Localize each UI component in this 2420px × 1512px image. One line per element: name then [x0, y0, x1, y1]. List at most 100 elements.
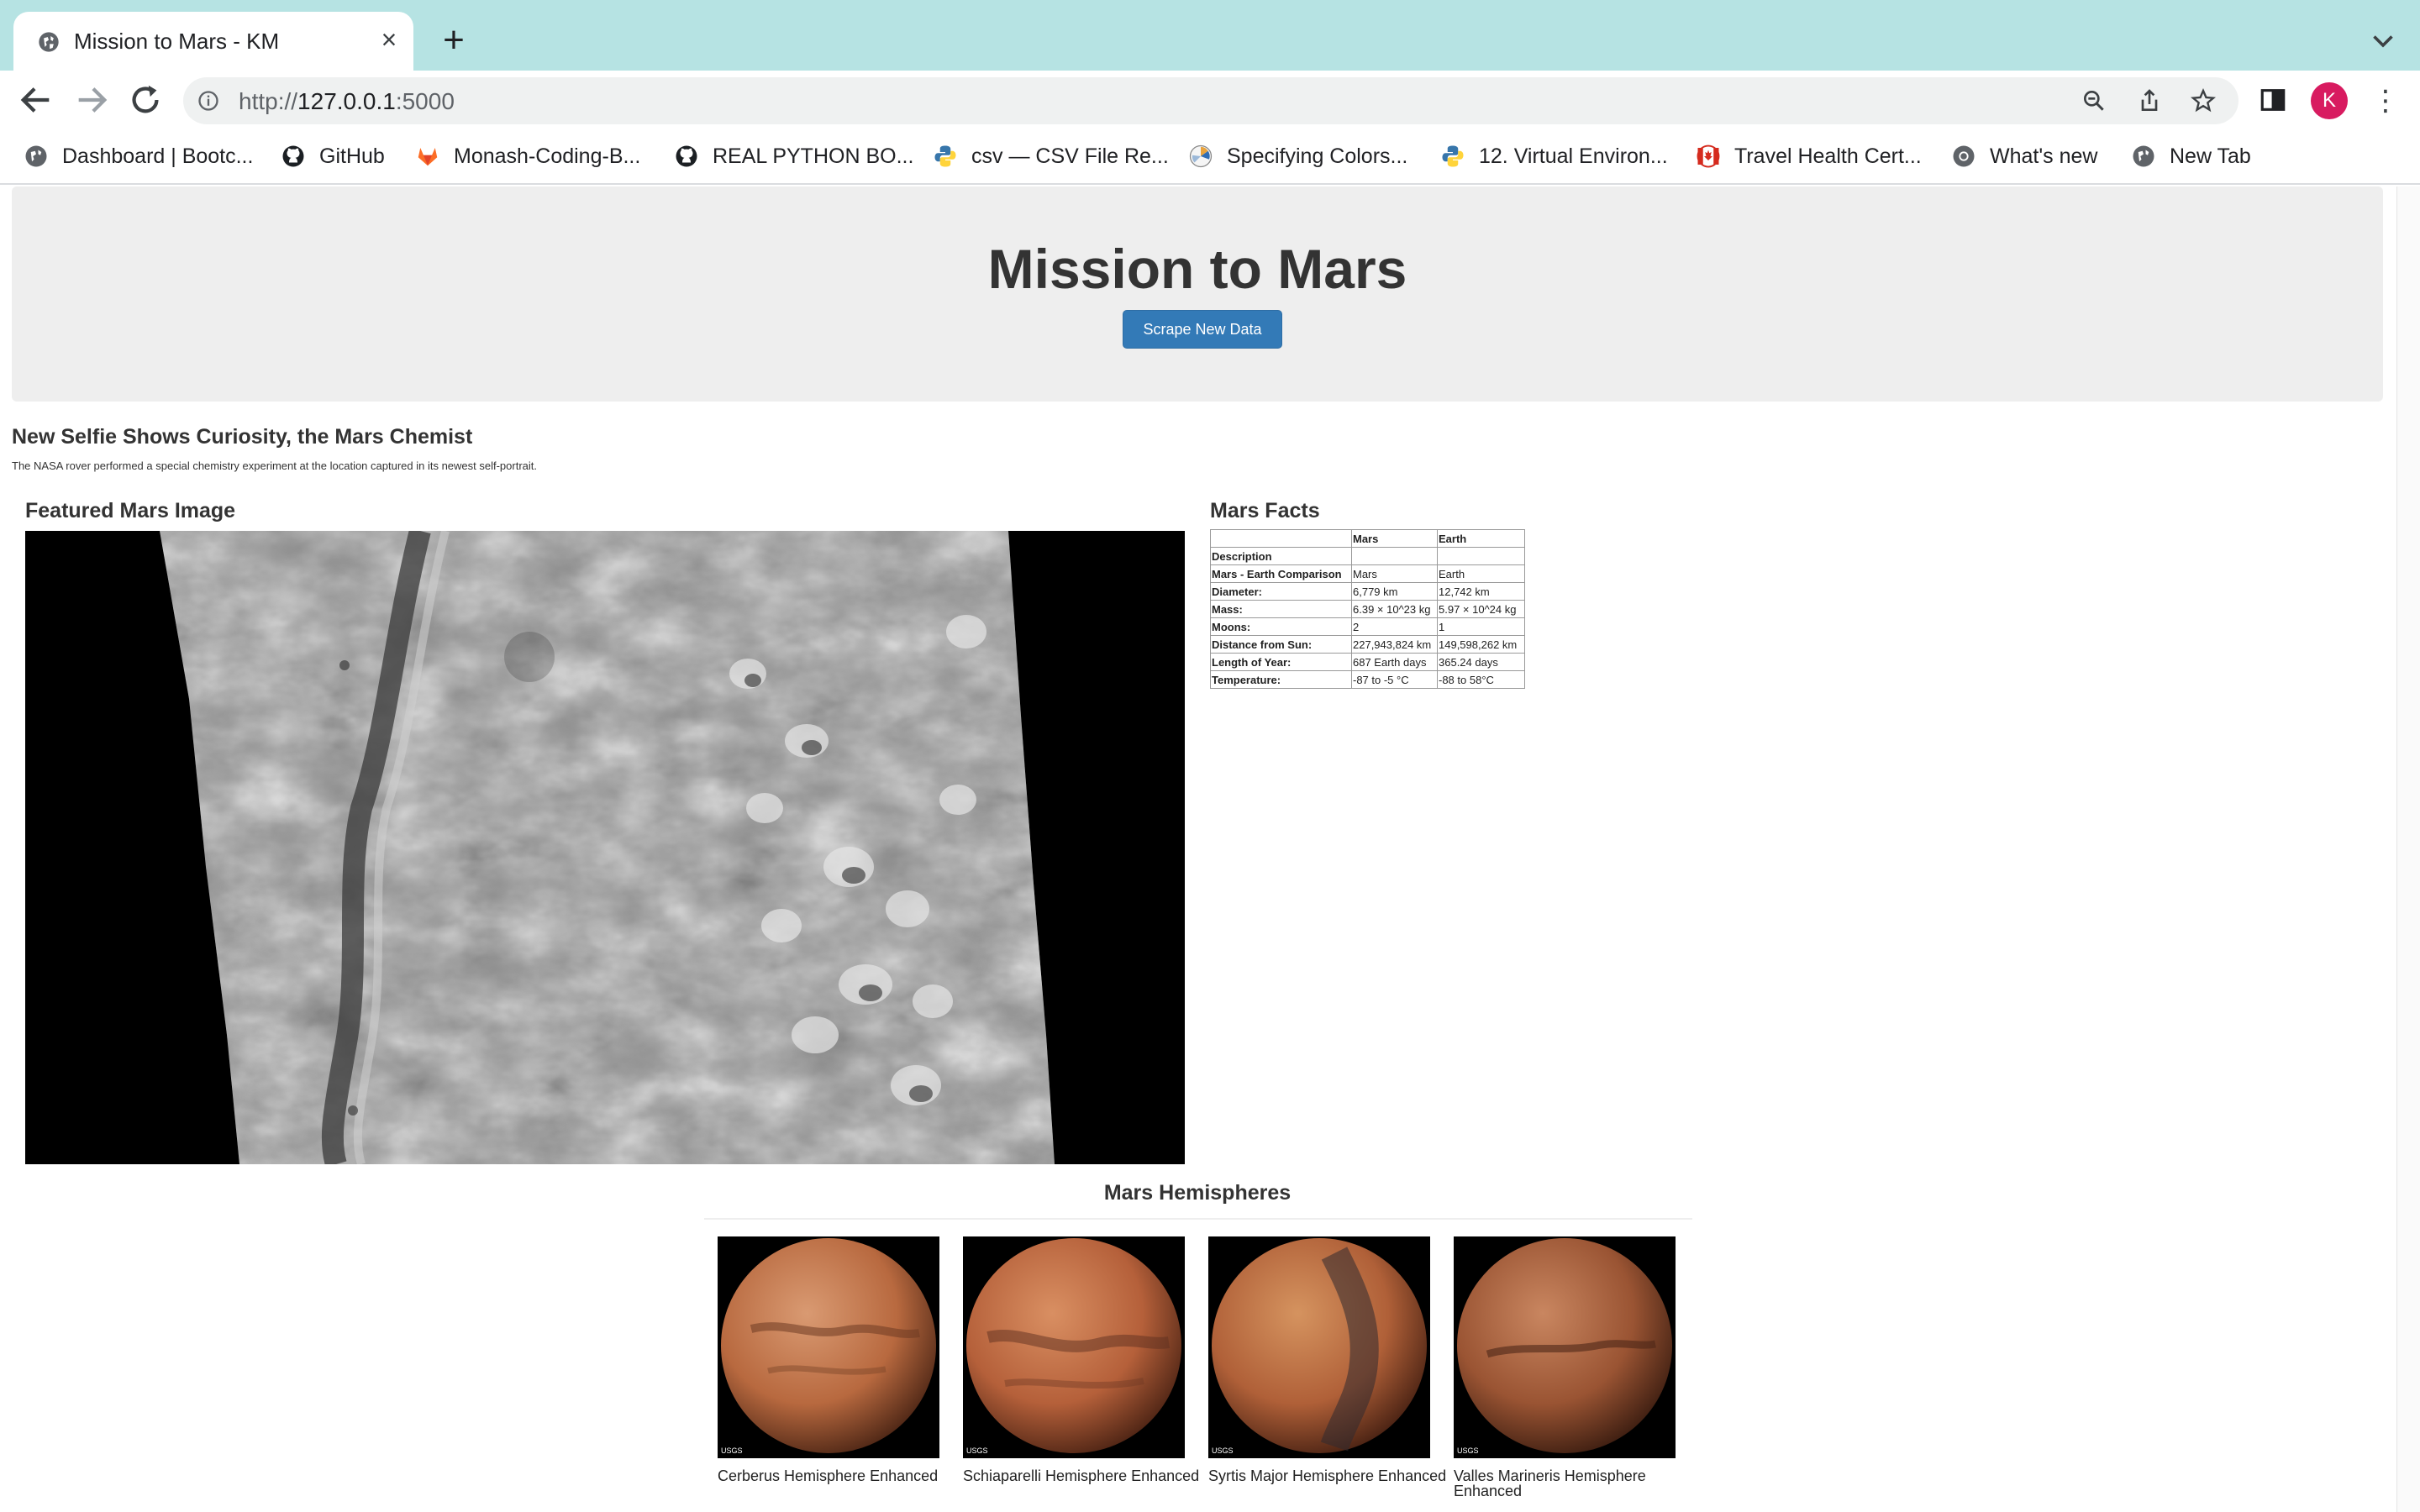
page-viewport: Mission to Mars Scrape New Data New Self… [0, 186, 2420, 1512]
table-cell: -87 to -5 °C [1351, 670, 1438, 689]
table-cell: Earth [1437, 564, 1525, 583]
bookmark-item[interactable]: Dashboard | Bootc... [24, 141, 253, 171]
table-row-header: Mars - Earth Comparison [1210, 564, 1352, 583]
bookmark-item[interactable]: 12. Virtual Environ... [1440, 141, 1668, 171]
table-row-header: Length of Year: [1210, 653, 1352, 671]
table-row: Length of Year: 687 Earth days 365.24 da… [1210, 653, 1525, 671]
table-cell [1351, 547, 1438, 565]
profile-avatar[interactable]: K [2311, 82, 2348, 119]
page-title: Mission to Mars [987, 238, 1407, 300]
bookmark-label: Monash-Coding-B... [454, 144, 641, 168]
table-cell: 687 Earth days [1351, 653, 1438, 671]
table-row: Temperature: -87 to -5 °C -88 to 58°C [1210, 670, 1525, 689]
usgs-logo: USGS [966, 1446, 988, 1455]
usgs-logo: USGS [721, 1446, 743, 1455]
table-cell: 227,943,824 km [1351, 635, 1438, 654]
scrollbar[interactable] [2396, 186, 2420, 1512]
hemisphere-image[interactable]: USGS [1454, 1236, 1676, 1458]
github-icon [282, 145, 304, 167]
table-row-header: Mass: [1210, 600, 1352, 618]
bookmark-item[interactable]: What's new [1951, 141, 2097, 171]
table-cell: 1 [1437, 617, 1525, 636]
chrome-icon [1953, 145, 1975, 167]
info-icon[interactable] [197, 89, 220, 113]
table-row: Description [1210, 547, 1525, 565]
back-arrow-icon[interactable] [17, 81, 55, 119]
bookmark-item[interactable]: Travel Health Cert... [1696, 141, 1922, 171]
table-header-cell: Mars [1351, 529, 1438, 548]
bookmark-item[interactable]: csv — CSV File Re... [933, 141, 1169, 171]
bookmark-label: What's new [1990, 144, 2098, 168]
tab-active[interactable]: Mission to Mars - KM × [13, 12, 413, 71]
url-scheme: http:// [239, 88, 298, 114]
reload-icon[interactable] [126, 81, 165, 119]
bookmark-star-icon[interactable] [2190, 87, 2217, 114]
close-icon[interactable]: × [376, 26, 402, 53]
browser-menu-button[interactable]: ⋮ [2371, 84, 2400, 118]
table-header-cell: Earth [1437, 529, 1525, 548]
bookmark-label: Travel Health Cert... [1734, 144, 1922, 168]
globe-icon [39, 32, 59, 52]
bookmark-item[interactable]: REAL PYTHON BO... [674, 141, 913, 171]
matplotlib-icon [1189, 144, 1213, 168]
table-cell: -88 to 58°C [1437, 670, 1525, 689]
address-bar[interactable]: http://127.0.0.1:5000 [183, 77, 2238, 124]
table-header-cell [1210, 529, 1352, 548]
table-cell [1437, 547, 1525, 565]
bookmark-label: GitHub [319, 144, 385, 168]
table-row-header: Moons: [1210, 617, 1352, 636]
globe-icon [25, 145, 47, 167]
table-cell: 12,742 km [1437, 582, 1525, 601]
table-cell: 6.39 × 10^23 kg [1351, 600, 1438, 618]
bookmark-item[interactable]: New Tab [2131, 141, 2251, 171]
bookmark-label: csv — CSV File Re... [971, 144, 1169, 168]
bookmark-label: 12. Virtual Environ... [1479, 144, 1668, 168]
table-cell: 149,598,262 km [1437, 635, 1525, 654]
table-cell: Mars [1351, 564, 1438, 583]
scrape-new-data-button[interactable]: Scrape New Data [1123, 310, 1282, 349]
news-teaser: The NASA rover performed a special chemi… [12, 459, 538, 472]
python-icon [1442, 145, 1464, 167]
mars-facts-heading: Mars Facts [1210, 499, 1320, 522]
table-cell: 6,779 km [1351, 582, 1438, 601]
featured-image-heading: Featured Mars Image [25, 499, 236, 522]
table-cell: 5.97 × 10^24 kg [1437, 600, 1525, 618]
bookmark-item[interactable]: Specifying Colors... [1188, 141, 1407, 171]
forward-arrow-icon[interactable] [72, 81, 111, 119]
globe-icon [2133, 145, 2154, 167]
table-row: Diameter: 6,779 km 12,742 km [1210, 582, 1525, 601]
table-row: Distance from Sun: 227,943,824 km 149,59… [1210, 635, 1525, 654]
table-row: Mass: 6.39 × 10^23 kg 5.97 × 10^24 kg [1210, 600, 1525, 618]
bookmark-item[interactable]: Monash-Coding-B... [415, 141, 640, 171]
new-tab-button[interactable]: + [437, 22, 471, 59]
table-row: Moons: 2 1 [1210, 617, 1525, 636]
hemispheres-heading: Mars Hemispheres [1103, 1181, 1292, 1205]
hemisphere-title[interactable]: Valles Marineris Hemisphere Enhanced [1454, 1468, 1706, 1499]
python-icon [934, 145, 956, 167]
hemisphere-image[interactable]: USGS [1208, 1236, 1430, 1458]
bookmark-label: Dashboard | Bootc... [62, 144, 254, 168]
bookmark-item[interactable]: GitHub [281, 141, 385, 171]
table-header-row: Mars Earth [1210, 529, 1525, 548]
bookmarks-bar: Dashboard | Bootc... GitHub Monash-Codin… [0, 129, 2420, 185]
chevron-down-icon[interactable] [2368, 25, 2398, 55]
side-panel-icon[interactable] [2259, 86, 2287, 114]
zoom-icon[interactable] [2081, 87, 2107, 114]
news-title: New Selfie Shows Curiosity, the Mars Che… [12, 425, 473, 449]
url-text[interactable]: http://127.0.0.1:5000 [239, 88, 455, 115]
featured-mars-image [25, 531, 1185, 1164]
hemisphere-title[interactable]: Syrtis Major Hemisphere Enhanced [1208, 1468, 1460, 1483]
mars-facts-table: Mars Earth Description Mars - Earth Comp… [1210, 529, 1525, 689]
table-cell: 365.24 days [1437, 653, 1525, 671]
table-row-header: Diameter: [1210, 582, 1352, 601]
hemisphere-image[interactable]: USGS [718, 1236, 939, 1458]
browser-toolbar: http://127.0.0.1:5000 K ⋮ [0, 71, 2420, 129]
url-host: 127.0.0.1 [297, 88, 396, 114]
table-cell: 2 [1351, 617, 1438, 636]
github-icon [676, 145, 697, 167]
usgs-logo: USGS [1212, 1446, 1234, 1455]
hemisphere-title[interactable]: Schiaparelli Hemisphere Enhanced [963, 1468, 1215, 1483]
hemisphere-image[interactable]: USGS [963, 1236, 1185, 1458]
share-icon[interactable] [2136, 87, 2163, 114]
hemisphere-title[interactable]: Cerberus Hemisphere Enhanced [718, 1468, 970, 1483]
